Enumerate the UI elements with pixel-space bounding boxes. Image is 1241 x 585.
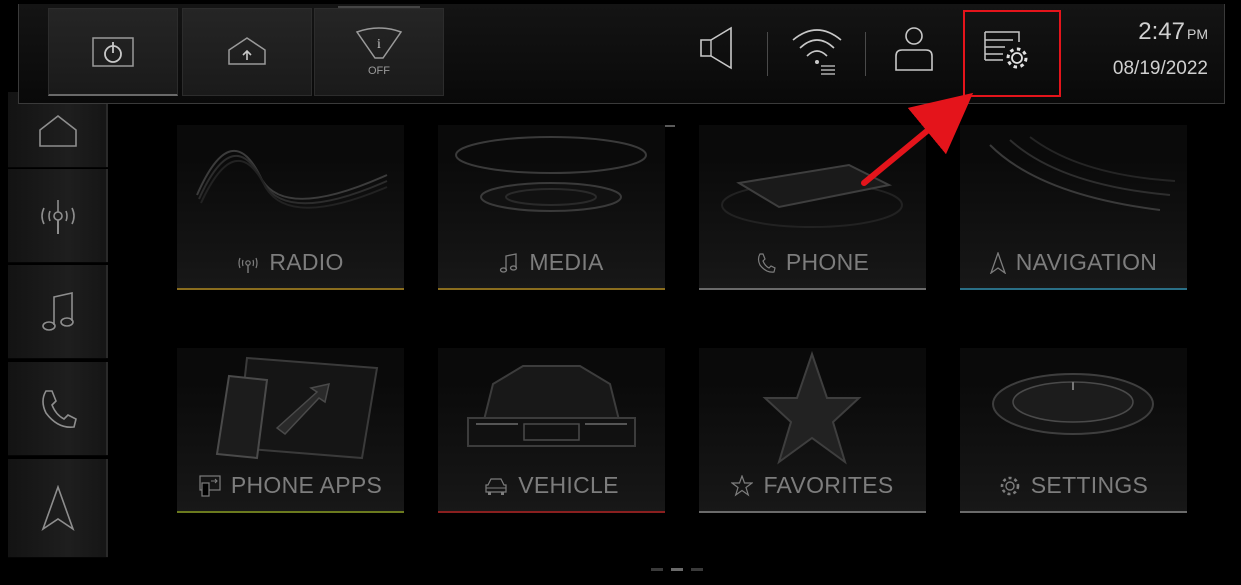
- media-disc-art: [455, 136, 647, 212]
- radio-antenna-icon: [41, 199, 75, 234]
- power-icon: [92, 36, 134, 67]
- home-up-button[interactable]: [182, 8, 312, 96]
- tile-accent: [960, 288, 1187, 290]
- side-rail: [8, 92, 108, 558]
- tile-accent: [960, 511, 1187, 513]
- page-indicator: [651, 568, 703, 571]
- rail-radio[interactable]: [8, 169, 108, 263]
- clock: 2:47 PM 08/19/2022: [1113, 18, 1208, 80]
- tile-label: VEHICLE: [518, 472, 619, 498]
- clock-ampm: PM: [1187, 26, 1208, 42]
- page-dot-active: [671, 568, 683, 571]
- road-art: [989, 136, 1176, 211]
- tile-label: NAVIGATION: [1015, 249, 1158, 275]
- radio-antenna-icon: [238, 257, 258, 273]
- settings-highlight-box: [963, 10, 1061, 97]
- tile-label: SETTINGS: [1030, 472, 1149, 498]
- music-note-icon: [500, 252, 518, 273]
- tile-accent: [699, 288, 926, 290]
- navigation-arrow-icon: [41, 485, 75, 531]
- power-button[interactable]: [48, 8, 178, 96]
- tile-phone-apps[interactable]: PHONE APPS: [177, 348, 404, 513]
- tile-accent: [699, 511, 926, 513]
- star-art: [762, 350, 862, 465]
- svg-text:i: i: [377, 37, 381, 52]
- page-dot: [651, 568, 663, 571]
- wifi-icon[interactable]: [787, 24, 847, 76]
- tile-radio[interactable]: RADIO: [177, 125, 404, 290]
- home-icon: [39, 114, 77, 147]
- home-up-icon: [228, 37, 266, 65]
- tile-phone[interactable]: PHONE: [699, 125, 926, 290]
- wiper-info-off-icon: i OFF: [355, 27, 403, 77]
- wiper-info-off-button[interactable]: i OFF: [314, 8, 444, 96]
- tile-media[interactable]: MEDIA: [438, 125, 665, 290]
- rail-phone[interactable]: [8, 362, 108, 456]
- user-profile-icon[interactable]: [891, 24, 937, 74]
- clock-date: 08/19/2022: [1112, 58, 1208, 79]
- status-divider: [767, 32, 768, 76]
- clock-time: 2:47: [1138, 18, 1185, 45]
- tile-vehicle[interactable]: VEHICLE: [438, 348, 665, 513]
- car-front-art: [467, 365, 636, 447]
- settings-dial-art: [992, 373, 1154, 435]
- tile-accent: [177, 288, 404, 290]
- tile-label: MEDIA: [529, 249, 604, 275]
- phone-device-art: [721, 163, 903, 228]
- page-dot: [691, 568, 703, 571]
- rail-navigation[interactable]: [8, 459, 108, 558]
- tile-label: PHONE APPS: [230, 472, 383, 498]
- tile-label: RADIO: [269, 249, 344, 275]
- star-icon: [731, 474, 754, 497]
- status-divider: [865, 32, 866, 76]
- phone-icon: [42, 389, 77, 428]
- phone-apps-art: [215, 356, 379, 460]
- tile-settings[interactable]: SETTINGS: [960, 348, 1187, 513]
- tile-accent: [438, 511, 665, 513]
- phone-icon: [757, 252, 776, 273]
- volume-icon[interactable]: [697, 24, 743, 72]
- tile-label: PHONE: [785, 249, 870, 275]
- tile-accent: [177, 511, 404, 513]
- tile-accent: [438, 288, 665, 290]
- tile-favorites[interactable]: FAVORITES: [699, 348, 926, 513]
- car-icon: [485, 477, 507, 495]
- navigation-arrow-icon: [989, 251, 1006, 274]
- phone-apps-icon: [199, 474, 221, 497]
- rail-media[interactable]: [8, 265, 108, 359]
- gear-icon: [1000, 476, 1020, 495]
- music-note-icon: [42, 291, 74, 331]
- top-edge-indicator: [338, 6, 420, 8]
- tile-label: FAVORITES: [763, 472, 894, 498]
- off-label: OFF: [368, 65, 390, 77]
- tile-navigation[interactable]: NAVIGATION: [960, 125, 1187, 290]
- radio-wave-art: [196, 150, 388, 209]
